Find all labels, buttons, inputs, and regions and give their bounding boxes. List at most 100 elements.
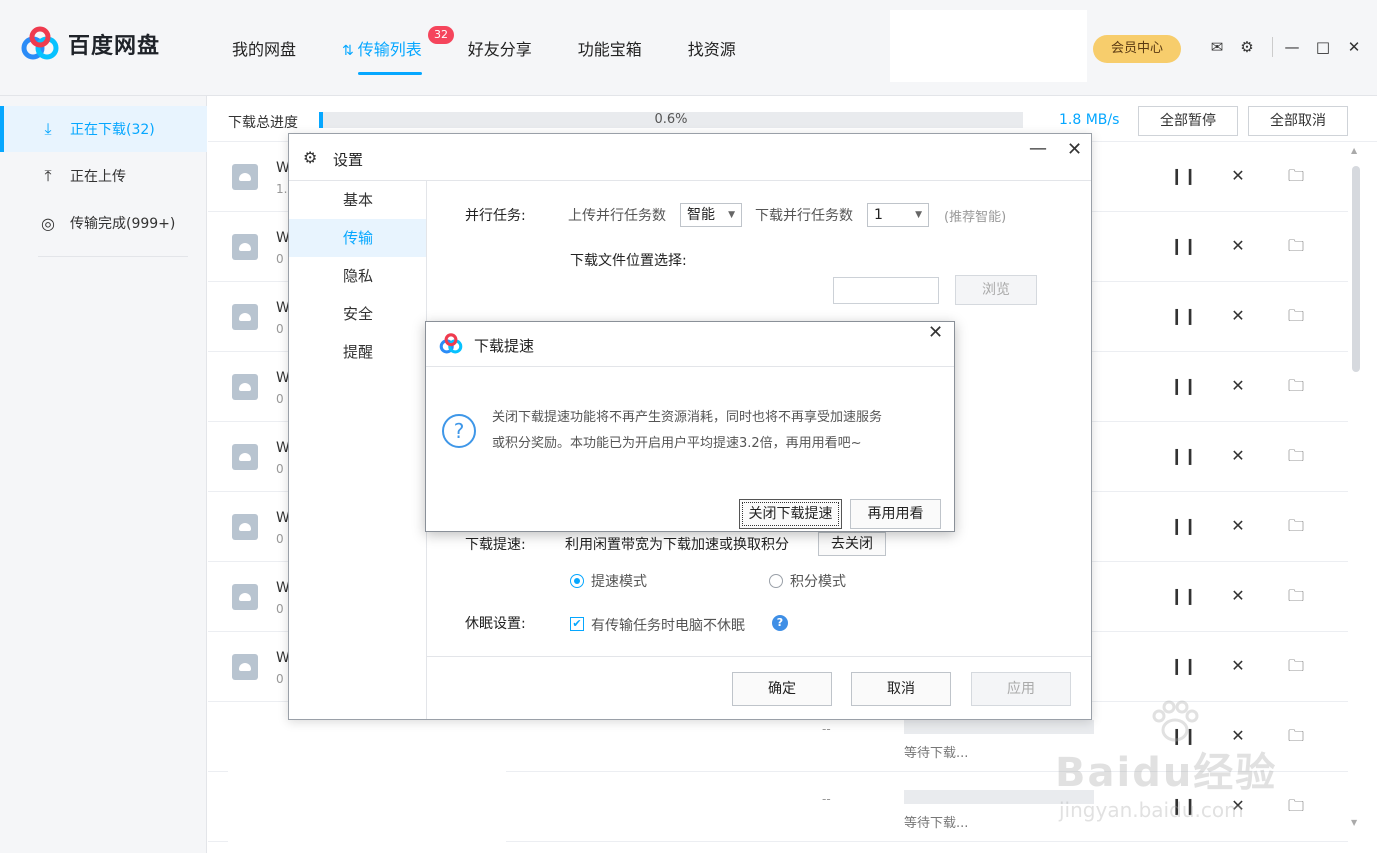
ok-button[interactable]: 确定 bbox=[732, 672, 832, 706]
parallel-label: 并行任务: bbox=[465, 208, 526, 224]
folder-icon[interactable]: 🗀 bbox=[1286, 166, 1306, 186]
folder-icon[interactable]: 🗀 bbox=[1286, 656, 1306, 676]
scroll-up-icon[interactable]: ▲ bbox=[1351, 146, 1357, 155]
total-progress-label: 下载总进度 bbox=[228, 115, 298, 131]
cloud-file-icon bbox=[232, 444, 258, 470]
recommend-hint: (推荐智能) bbox=[944, 210, 1007, 225]
chevron-down-icon: ▼ bbox=[728, 210, 735, 220]
cancel-icon[interactable]: ✕ bbox=[1228, 586, 1248, 606]
paw-icon bbox=[1152, 700, 1199, 742]
download-parallel-label: 下载并行任务数 bbox=[755, 208, 853, 224]
speedup-desc: 利用闲置带宽为下载加速或换取积分 bbox=[565, 537, 789, 553]
waiting-status: 等待下载... bbox=[904, 816, 969, 831]
pause-icon[interactable]: ❙❙ bbox=[1170, 446, 1197, 466]
gear-icon: ⚙ bbox=[303, 148, 318, 167]
browse-button[interactable]: 浏览 bbox=[955, 275, 1037, 305]
cancel-button[interactable]: 取消 bbox=[851, 672, 951, 706]
settings-tab-basic[interactable]: 基本 bbox=[289, 181, 426, 219]
cancel-icon[interactable]: ✕ bbox=[1228, 236, 1248, 256]
baidu-jingyan-watermark: Baidu经验 jingyan.baidu.com bbox=[1055, 700, 1315, 830]
file-size: 1. bbox=[276, 182, 288, 196]
no-sleep-checkbox[interactable]: ✔ bbox=[570, 617, 584, 631]
folder-icon[interactable]: 🗀 bbox=[1286, 516, 1306, 536]
settings-minimize-icon[interactable]: — bbox=[1029, 138, 1047, 159]
list-scrollbar[interactable]: ▲ ▼ bbox=[1348, 142, 1366, 832]
cancel-icon[interactable]: ✕ bbox=[1228, 516, 1248, 536]
cancel-icon[interactable]: ✕ bbox=[1228, 166, 1248, 186]
pause-icon[interactable]: ❙❙ bbox=[1170, 586, 1197, 606]
speedup-dialog-close-icon[interactable]: ✕ bbox=[928, 322, 943, 343]
cloud-file-icon bbox=[232, 654, 258, 680]
pause-icon[interactable]: ❙❙ bbox=[1170, 516, 1197, 536]
settings-tab-security[interactable]: 安全 bbox=[289, 295, 426, 333]
folder-icon[interactable]: 🗀 bbox=[1286, 586, 1306, 606]
folder-icon[interactable]: 🗀 bbox=[1286, 376, 1306, 396]
settings-footer: 确定 取消 应用 bbox=[427, 656, 1091, 719]
cloud-file-icon bbox=[232, 164, 258, 190]
cancel-icon[interactable]: ✕ bbox=[1228, 656, 1248, 676]
settings-close-icon[interactable]: ✕ bbox=[1067, 139, 1082, 160]
file-size: 0 bbox=[276, 462, 284, 476]
nav-my-disk[interactable]: 我的网盘 bbox=[232, 36, 296, 76]
download-path-input[interactable] bbox=[833, 277, 939, 304]
settings-tab-transfer[interactable]: 传输 bbox=[289, 219, 426, 257]
upload-parallel-select[interactable]: 智能 ▼ bbox=[680, 203, 742, 227]
vip-center-button[interactable]: 会员中心 bbox=[1093, 35, 1181, 63]
sidebar-item-label: 正在上传 bbox=[70, 169, 126, 185]
nav-toolbox[interactable]: 功能宝箱 bbox=[578, 36, 642, 76]
baidu-cloud-logo-icon bbox=[21, 26, 59, 60]
speed-mode-radio[interactable] bbox=[570, 574, 584, 588]
speedup-off-button[interactable]: 去关闭 bbox=[818, 532, 886, 556]
nav-transfer-list[interactable]: ⇅ 传输列表 32 bbox=[342, 26, 455, 76]
sidebar-item-downloading[interactable]: ⤓ 正在下载(32) bbox=[0, 106, 207, 152]
pause-icon[interactable]: ❙❙ bbox=[1170, 166, 1197, 186]
watermark-main: Baidu经验 bbox=[1055, 750, 1278, 796]
title-bar: 百度网盘 我的网盘 ⇅ 传输列表 32 好友分享 功能宝箱 找资源 会员中心 ✉ … bbox=[0, 0, 1377, 96]
sidebar-divider bbox=[38, 256, 188, 257]
minimize-icon[interactable]: — bbox=[1283, 38, 1301, 56]
cancel-icon[interactable]: ✕ bbox=[1228, 306, 1248, 326]
help-icon[interactable]: ? bbox=[772, 615, 788, 631]
file-size: 0 bbox=[276, 532, 284, 546]
header-divider bbox=[1272, 37, 1273, 57]
upload-icon: ⤒ bbox=[44, 166, 52, 185]
cancel-icon[interactable]: ✕ bbox=[1228, 376, 1248, 396]
speedup-confirm-dialog: 下载提速 ✕ ? 关闭下载提速功能将不再产生资源消耗，同时也将不再享受加速服务 … bbox=[425, 321, 955, 532]
sidebar-item-uploading[interactable]: ⤒ 正在上传 bbox=[0, 153, 207, 199]
folder-icon[interactable]: 🗀 bbox=[1286, 446, 1306, 466]
folder-icon[interactable]: 🗀 bbox=[1286, 236, 1306, 256]
settings-tab-privacy[interactable]: 隐私 bbox=[289, 257, 426, 295]
points-mode-radio[interactable] bbox=[769, 574, 783, 588]
pause-icon[interactable]: ❙❙ bbox=[1170, 656, 1197, 676]
pause-all-button[interactable]: 全部暂停 bbox=[1138, 106, 1238, 136]
sidebar: ⤓ 正在下载(32) ⤒ 正在上传 ◎ 传输完成(999+) bbox=[0, 96, 207, 853]
speedup-message: 关闭下载提速功能将不再产生资源消耗，同时也将不再享受加速服务 或积分奖励。本功能… bbox=[492, 405, 952, 457]
keep-using-button[interactable]: 再用用看 bbox=[850, 499, 941, 529]
download-parallel-value: 1 bbox=[874, 207, 883, 223]
pause-icon[interactable]: ❙❙ bbox=[1170, 376, 1197, 396]
download-parallel-select[interactable]: 1 ▼ bbox=[867, 203, 929, 227]
cloud-file-icon bbox=[232, 584, 258, 610]
close-speedup-button[interactable]: 关闭下载提速 bbox=[739, 499, 842, 529]
pause-icon[interactable]: ❙❙ bbox=[1170, 306, 1197, 326]
cancel-icon[interactable]: ✕ bbox=[1228, 446, 1248, 466]
download-icon: ⤓ bbox=[44, 119, 52, 138]
settings-gear-icon[interactable]: ⚙ bbox=[1238, 38, 1256, 56]
file-size-placeholder: -- bbox=[822, 722, 831, 736]
speedup-message-line2: 或积分奖励。本功能已为开启用户平均提速3.2倍，再用用看吧~ bbox=[492, 436, 862, 451]
scroll-down-icon[interactable]: ▼ bbox=[1351, 818, 1357, 827]
nav-find-resources[interactable]: 找资源 bbox=[688, 36, 736, 76]
cancel-all-button[interactable]: 全部取消 bbox=[1248, 106, 1348, 136]
close-icon[interactable]: ✕ bbox=[1345, 38, 1363, 56]
nav-friend-share[interactable]: 好友分享 bbox=[468, 36, 532, 76]
folder-icon[interactable]: 🗀 bbox=[1286, 306, 1306, 326]
maximize-icon[interactable]: □ bbox=[1314, 38, 1332, 56]
settings-tab-reminder[interactable]: 提醒 bbox=[289, 333, 426, 371]
pause-icon[interactable]: ❙❙ bbox=[1170, 236, 1197, 256]
app-logo: 百度网盘 bbox=[20, 26, 160, 62]
scroll-thumb[interactable] bbox=[1352, 166, 1360, 372]
file-size: 0 bbox=[276, 602, 284, 616]
sidebar-item-completed[interactable]: ◎ 传输完成(999+) bbox=[0, 200, 207, 246]
mail-icon[interactable]: ✉ bbox=[1208, 38, 1226, 56]
settings-title: 设置 bbox=[333, 151, 364, 169]
